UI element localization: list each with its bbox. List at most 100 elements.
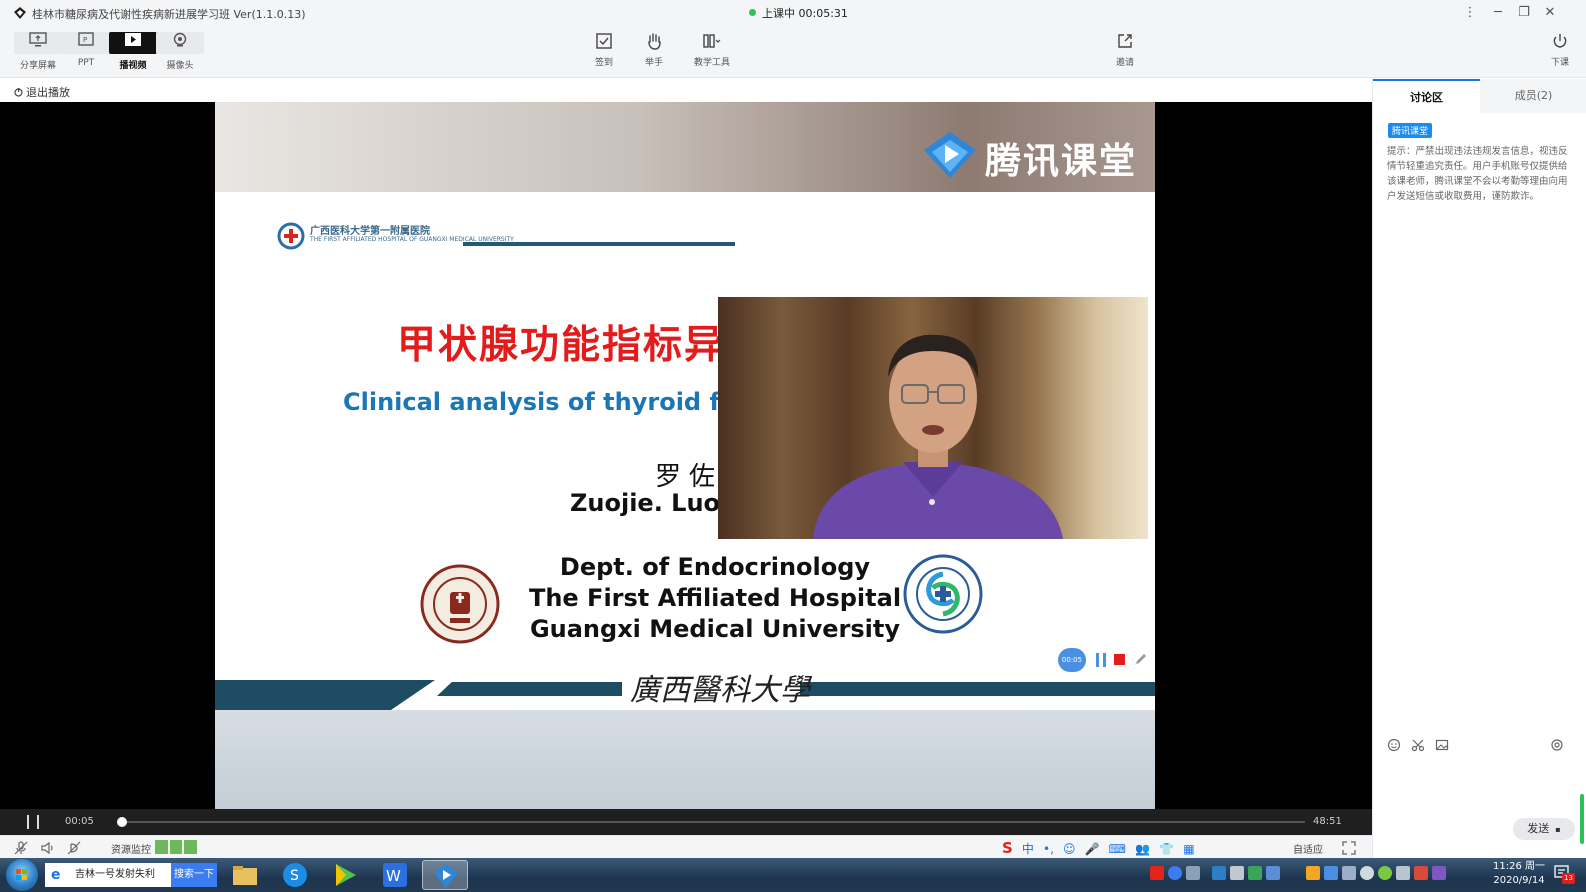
slide-title-cn: 甲状腺功能指标异 [397, 323, 726, 368]
wps-icon: W [383, 863, 407, 887]
raise-hand-icon [648, 33, 661, 50]
invite-button[interactable]: 邀请 [1105, 29, 1145, 73]
recorder-stop-button[interactable] [1114, 654, 1125, 665]
share-screen-button[interactable]: 分享屏幕 [14, 29, 62, 73]
seek-bar[interactable] [117, 817, 1305, 827]
video-stage[interactable]: 腾讯课堂 广西医科大学第一附属医院 THE FIRST AFFILIATED H… [0, 102, 1372, 809]
ime-item[interactable]: ▦ [1183, 842, 1194, 856]
clock-time: 11:26 周一 [1493, 861, 1545, 872]
ime-item[interactable]: 👥 [1135, 842, 1150, 856]
restore-button[interactable]: ❐ [1512, 3, 1536, 23]
wechat-tray-icon[interactable] [1248, 866, 1262, 880]
action-center-button[interactable]: 13 [1554, 864, 1575, 884]
playback-bar: 00:05 48:51 [0, 809, 1372, 835]
presenter-camera-feed[interactable] [718, 297, 1148, 539]
camera-button[interactable]: 摄像头 [156, 29, 204, 73]
footer-band-right [800, 682, 1155, 696]
docs-tray-icon[interactable] [1324, 866, 1338, 880]
end-class-button[interactable]: 下课 [1540, 29, 1580, 73]
presenter-video-image [718, 297, 1148, 539]
resource-monitor-graph [155, 840, 197, 854]
sogou-browser-app[interactable]: S [272, 860, 318, 890]
app-logo-icon [14, 7, 26, 19]
emoji-icon[interactable] [1387, 738, 1401, 752]
display-tray-icon[interactable] [1266, 866, 1280, 880]
pen-icon[interactable] [1134, 652, 1148, 666]
sogou-ime-tray-icon[interactable] [1150, 866, 1164, 880]
recorder-pause-button[interactable] [1096, 653, 1106, 667]
network-tray-icon[interactable] [1212, 866, 1226, 880]
mic-muted-icon[interactable] [14, 841, 28, 855]
university-seal-icon [420, 564, 500, 644]
fullscreen-icon[interactable] [1342, 841, 1356, 855]
more-menu-icon[interactable]: ⋮ [1458, 3, 1482, 23]
taskbar-search-input[interactable]: e 吉林一号发射失利 [45, 863, 171, 887]
ime-item[interactable]: 👕 [1159, 842, 1174, 856]
department-block: Dept. of Endocrinology The First Affilia… [515, 552, 915, 645]
media-player-icon [336, 864, 356, 886]
slide-title-en: Clinical analysis of thyroid fun [343, 388, 755, 416]
image-icon[interactable] [1435, 738, 1449, 752]
start-button[interactable] [6, 859, 38, 891]
file-explorer-app[interactable] [222, 860, 268, 890]
ime-item[interactable]: 中 [1022, 840, 1034, 857]
send-button[interactable]: 发送 ▪ [1513, 818, 1575, 840]
ppt-button[interactable]: P PPT [62, 29, 110, 73]
app-tray-icon[interactable] [1306, 866, 1320, 880]
cloud-tray-icon[interactable] [1342, 866, 1356, 880]
teaching-tools-button[interactable]: 教学工具 [684, 29, 740, 73]
volume-muted-tray-icon[interactable] [1414, 866, 1428, 880]
tencent-classroom-app[interactable] [422, 860, 468, 890]
ime-toolbar[interactable]: S 中 •, ☺ 🎤 ⌨ 👥 👕 ▦ [1002, 838, 1199, 857]
pause-button[interactable] [27, 815, 39, 829]
toolbar: 分享屏幕 P PPT 播视频 摄像头 签到 举手 教学工具 邀请 下课 [0, 26, 1586, 78]
recorder-controls: 00:05 [1058, 648, 1150, 672]
notification-badge: 13 [1562, 873, 1575, 884]
wps-app[interactable]: W [372, 860, 418, 890]
scissors-icon[interactable] [1411, 738, 1425, 752]
media-player-app[interactable] [322, 860, 368, 890]
current-time: 00:05 [65, 816, 94, 827]
svg-text:W: W [386, 867, 401, 885]
device-tray-icon[interactable] [1396, 866, 1410, 880]
checkin-button[interactable]: 签到 [584, 29, 624, 73]
send-options-icon[interactable]: ▪ [1555, 825, 1560, 834]
ime-item[interactable]: ⌨ [1109, 842, 1126, 856]
settings-icon[interactable] [1550, 738, 1564, 752]
seek-knob[interactable] [117, 817, 127, 827]
play-video-button[interactable]: 播视频 [109, 29, 157, 73]
footer-band-mid [437, 682, 622, 696]
play-video-label: 播视频 [119, 61, 147, 71]
ime-item[interactable]: •, [1043, 842, 1054, 856]
pinyin-tray-icon[interactable] [1186, 866, 1200, 880]
dept-line: The First Affiliated Hospital [528, 584, 902, 612]
resource-monitor-label[interactable]: 资源监控 [111, 841, 151, 856]
security-tray-icon[interactable] [1378, 866, 1392, 880]
checkin-icon [596, 33, 612, 49]
raise-hand-button[interactable]: 举手 [634, 29, 674, 73]
ime-item[interactable]: 🎤 [1085, 842, 1100, 856]
university-calligraphy: 廣西醫科大學 [630, 673, 810, 708]
header-rule [463, 242, 735, 246]
ppt-icon: P [62, 32, 110, 54]
exit-play-button[interactable]: 退出播放 [14, 84, 70, 100]
close-button[interactable]: ✕ [1538, 3, 1562, 23]
thermometer-tray-icon[interactable] [1230, 866, 1244, 880]
system-clock[interactable]: 11:26 周一 2020/9/14 [1489, 860, 1549, 888]
window-title: 桂林市糖尿病及代谢性疾病新进展学习班 Ver(1.1.0.13) [32, 8, 306, 21]
fit-mode-button[interactable]: 自适应 [1293, 841, 1323, 856]
tab-members[interactable]: 成员(2) [1480, 79, 1586, 113]
help-tray-icon[interactable] [1168, 866, 1182, 880]
search-button[interactable]: 搜索一下 [171, 863, 217, 887]
minimize-button[interactable]: ─ [1486, 3, 1510, 23]
speaker-icon[interactable] [40, 841, 54, 855]
panel-scrollbar[interactable] [1580, 794, 1584, 844]
camera-muted-icon[interactable] [67, 841, 81, 855]
ime-item[interactable]: ☺ [1063, 842, 1076, 856]
send-label: 发送 [1527, 822, 1550, 835]
camera-icon [156, 32, 204, 54]
pen-tray-icon[interactable] [1432, 866, 1446, 880]
bell-tray-icon[interactable] [1360, 866, 1374, 880]
hospital-name-cn: 广西医科大学第一附属医院 [310, 226, 430, 237]
tab-discussion[interactable]: 讨论区 [1373, 79, 1480, 113]
